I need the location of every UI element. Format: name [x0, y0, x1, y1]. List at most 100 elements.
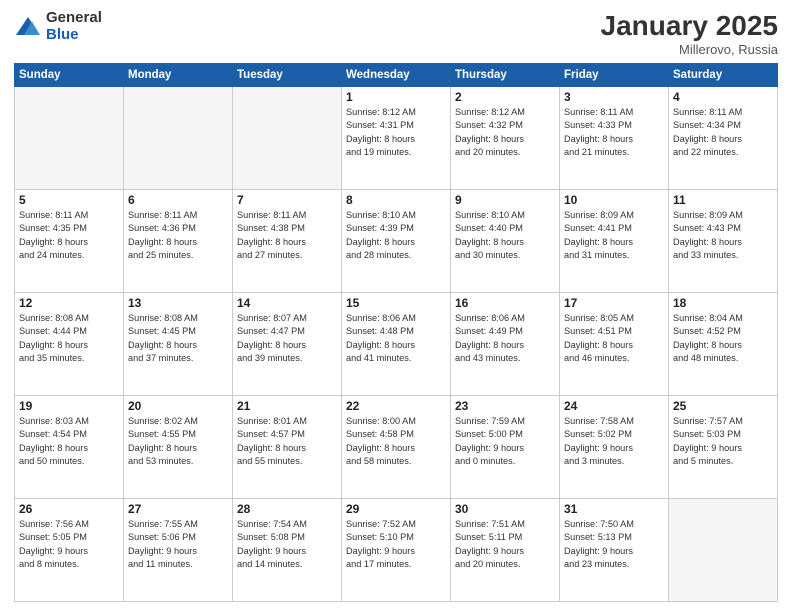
col-thursday: Thursday	[451, 64, 560, 87]
col-tuesday: Tuesday	[233, 64, 342, 87]
day-info: Sunrise: 8:11 AMSunset: 4:36 PMDaylight:…	[128, 209, 228, 262]
day-number: 18	[673, 296, 773, 310]
week-row-3: 12Sunrise: 8:08 AMSunset: 4:44 PMDayligh…	[15, 293, 778, 396]
header: General Blue January 2025 Millerovo, Rus…	[14, 10, 778, 57]
day-cell-1-5: 2 Sunrise: 8:12 AMSunset: 4:32 PMDaylight…	[451, 87, 560, 190]
day-cell-1-2	[124, 87, 233, 190]
day-cell-4-4: 22Sunrise: 8:00 AMSunset: 4:58 PMDayligh…	[342, 396, 451, 499]
day-cell-3-1: 12Sunrise: 8:08 AMSunset: 4:44 PMDayligh…	[15, 293, 124, 396]
day-number: 27	[128, 502, 228, 516]
location: Millerovo, Russia	[601, 42, 778, 57]
day-number: 12	[19, 296, 119, 310]
day-info: Sunrise: 8:12 AMSunset: 4:31 PMDaylight:…	[346, 106, 446, 159]
day-info: Sunrise: 8:01 AMSunset: 4:57 PMDaylight:…	[237, 415, 337, 468]
day-cell-4-1: 19Sunrise: 8:03 AMSunset: 4:54 PMDayligh…	[15, 396, 124, 499]
day-cell-1-7: 4Sunrise: 8:11 AMSunset: 4:34 PMDaylight…	[669, 87, 778, 190]
day-info: Sunrise: 7:55 AMSunset: 5:06 PMDaylight:…	[128, 518, 228, 571]
day-number: 28	[237, 502, 337, 516]
day-info: Sunrise: 8:11 AMSunset: 4:33 PMDaylight:…	[564, 106, 664, 159]
day-info: Sunrise: 8:11 AMSunset: 4:38 PMDaylight:…	[237, 209, 337, 262]
week-row-1: 1 Sunrise: 8:12 AMSunset: 4:31 PMDaylight…	[15, 87, 778, 190]
day-info: Sunrise: 7:56 AMSunset: 5:05 PMDaylight:…	[19, 518, 119, 571]
col-saturday: Saturday	[669, 64, 778, 87]
day-cell-1-3	[233, 87, 342, 190]
day-number: 22	[346, 399, 446, 413]
day-number: 10	[564, 193, 664, 207]
day-info: Sunrise: 8:10 AMSunset: 4:39 PMDaylight:…	[346, 209, 446, 262]
day-cell-5-4: 29 Sunrise: 7:52 AMSunset: 5:10 PMDayligh…	[342, 499, 451, 602]
day-info: Sunrise: 7:57 AMSunset: 5:03 PMDaylight:…	[673, 415, 773, 468]
col-monday: Monday	[124, 64, 233, 87]
logo-blue-text: Blue	[46, 27, 102, 44]
day-number: 13	[128, 296, 228, 310]
day-cell-4-7: 25 Sunrise: 7:57 AMSunset: 5:03 PMDayligh…	[669, 396, 778, 499]
day-info: Sunrise: 8:04 AMSunset: 4:52 PMDaylight:…	[673, 312, 773, 365]
calendar-table: Sunday Monday Tuesday Wednesday Thursday…	[14, 63, 778, 602]
day-number: 25	[673, 399, 773, 413]
day-cell-1-6: 3Sunrise: 8:11 AMSunset: 4:33 PMDaylight…	[560, 87, 669, 190]
day-cell-2-7: 11 Sunrise: 8:09 AMSunset: 4:43 PMDayligh…	[669, 190, 778, 293]
day-info: Sunrise: 8:10 AMSunset: 4:40 PMDaylight:…	[455, 209, 555, 262]
day-cell-5-6: 31Sunrise: 7:50 AMSunset: 5:13 PMDayligh…	[560, 499, 669, 602]
day-cell-4-6: 24 Sunrise: 7:58 AMSunset: 5:02 PMDayligh…	[560, 396, 669, 499]
day-cell-3-7: 18 Sunrise: 8:04 AMSunset: 4:52 PMDayligh…	[669, 293, 778, 396]
day-info: Sunrise: 8:08 AMSunset: 4:45 PMDaylight:…	[128, 312, 228, 365]
day-number: 29	[346, 502, 446, 516]
day-cell-3-3: 14 Sunrise: 8:07 AMSunset: 4:47 PMDayligh…	[233, 293, 342, 396]
day-info: Sunrise: 7:52 AMSunset: 5:10 PMDaylight:…	[346, 518, 446, 571]
day-number: 14	[237, 296, 337, 310]
day-number: 1	[346, 90, 446, 104]
day-cell-2-6: 10 Sunrise: 8:09 AMSunset: 4:41 PMDayligh…	[560, 190, 669, 293]
col-friday: Friday	[560, 64, 669, 87]
day-number: 7	[237, 193, 337, 207]
day-info: Sunrise: 7:59 AMSunset: 5:00 PMDaylight:…	[455, 415, 555, 468]
day-number: 16	[455, 296, 555, 310]
col-sunday: Sunday	[15, 64, 124, 87]
page: General Blue January 2025 Millerovo, Rus…	[0, 0, 792, 612]
day-cell-5-2: 27 Sunrise: 7:55 AMSunset: 5:06 PMDayligh…	[124, 499, 233, 602]
day-info: Sunrise: 7:51 AMSunset: 5:11 PMDaylight:…	[455, 518, 555, 571]
day-cell-4-3: 21 Sunrise: 8:01 AMSunset: 4:57 PMDayligh…	[233, 396, 342, 499]
day-number: 11	[673, 193, 773, 207]
day-number: 31	[564, 502, 664, 516]
logo-icon	[14, 13, 42, 41]
day-cell-5-3: 28 Sunrise: 7:54 AMSunset: 5:08 PMDayligh…	[233, 499, 342, 602]
day-cell-5-1: 26 Sunrise: 7:56 AMSunset: 5:05 PMDayligh…	[15, 499, 124, 602]
day-number: 20	[128, 399, 228, 413]
day-number: 30	[455, 502, 555, 516]
day-cell-1-1	[15, 87, 124, 190]
day-number: 8	[346, 193, 446, 207]
week-row-5: 26 Sunrise: 7:56 AMSunset: 5:05 PMDayligh…	[15, 499, 778, 602]
logo: General Blue	[14, 10, 102, 43]
day-cell-4-2: 20Sunrise: 8:02 AMSunset: 4:55 PMDayligh…	[124, 396, 233, 499]
day-cell-1-4: 1 Sunrise: 8:12 AMSunset: 4:31 PMDaylight…	[342, 87, 451, 190]
week-row-4: 19Sunrise: 8:03 AMSunset: 4:54 PMDayligh…	[15, 396, 778, 499]
day-number: 21	[237, 399, 337, 413]
day-cell-2-4: 8 Sunrise: 8:10 AMSunset: 4:39 PMDaylight…	[342, 190, 451, 293]
day-info: Sunrise: 7:58 AMSunset: 5:02 PMDaylight:…	[564, 415, 664, 468]
day-number: 24	[564, 399, 664, 413]
header-row: Sunday Monday Tuesday Wednesday Thursday…	[15, 64, 778, 87]
day-cell-3-4: 15Sunrise: 8:06 AMSunset: 4:48 PMDayligh…	[342, 293, 451, 396]
day-number: 5	[19, 193, 119, 207]
day-info: Sunrise: 8:07 AMSunset: 4:47 PMDaylight:…	[237, 312, 337, 365]
day-cell-2-5: 9 Sunrise: 8:10 AMSunset: 4:40 PMDaylight…	[451, 190, 560, 293]
day-number: 15	[346, 296, 446, 310]
day-cell-3-5: 16Sunrise: 8:06 AMSunset: 4:49 PMDayligh…	[451, 293, 560, 396]
day-number: 4	[673, 90, 773, 104]
day-number: 26	[19, 502, 119, 516]
col-wednesday: Wednesday	[342, 64, 451, 87]
day-info: Sunrise: 8:09 AMSunset: 4:43 PMDaylight:…	[673, 209, 773, 262]
day-number: 2	[455, 90, 555, 104]
day-info: Sunrise: 8:05 AMSunset: 4:51 PMDaylight:…	[564, 312, 664, 365]
day-cell-2-1: 5Sunrise: 8:11 AMSunset: 4:35 PMDaylight…	[15, 190, 124, 293]
day-info: Sunrise: 8:12 AMSunset: 4:32 PMDaylight:…	[455, 106, 555, 159]
logo-general-text: General	[46, 10, 102, 27]
day-cell-5-7	[669, 499, 778, 602]
day-number: 17	[564, 296, 664, 310]
day-cell-5-5: 30 Sunrise: 7:51 AMSunset: 5:11 PMDayligh…	[451, 499, 560, 602]
day-info: Sunrise: 8:09 AMSunset: 4:41 PMDaylight:…	[564, 209, 664, 262]
day-info: Sunrise: 7:54 AMSunset: 5:08 PMDaylight:…	[237, 518, 337, 571]
day-number: 6	[128, 193, 228, 207]
day-number: 9	[455, 193, 555, 207]
